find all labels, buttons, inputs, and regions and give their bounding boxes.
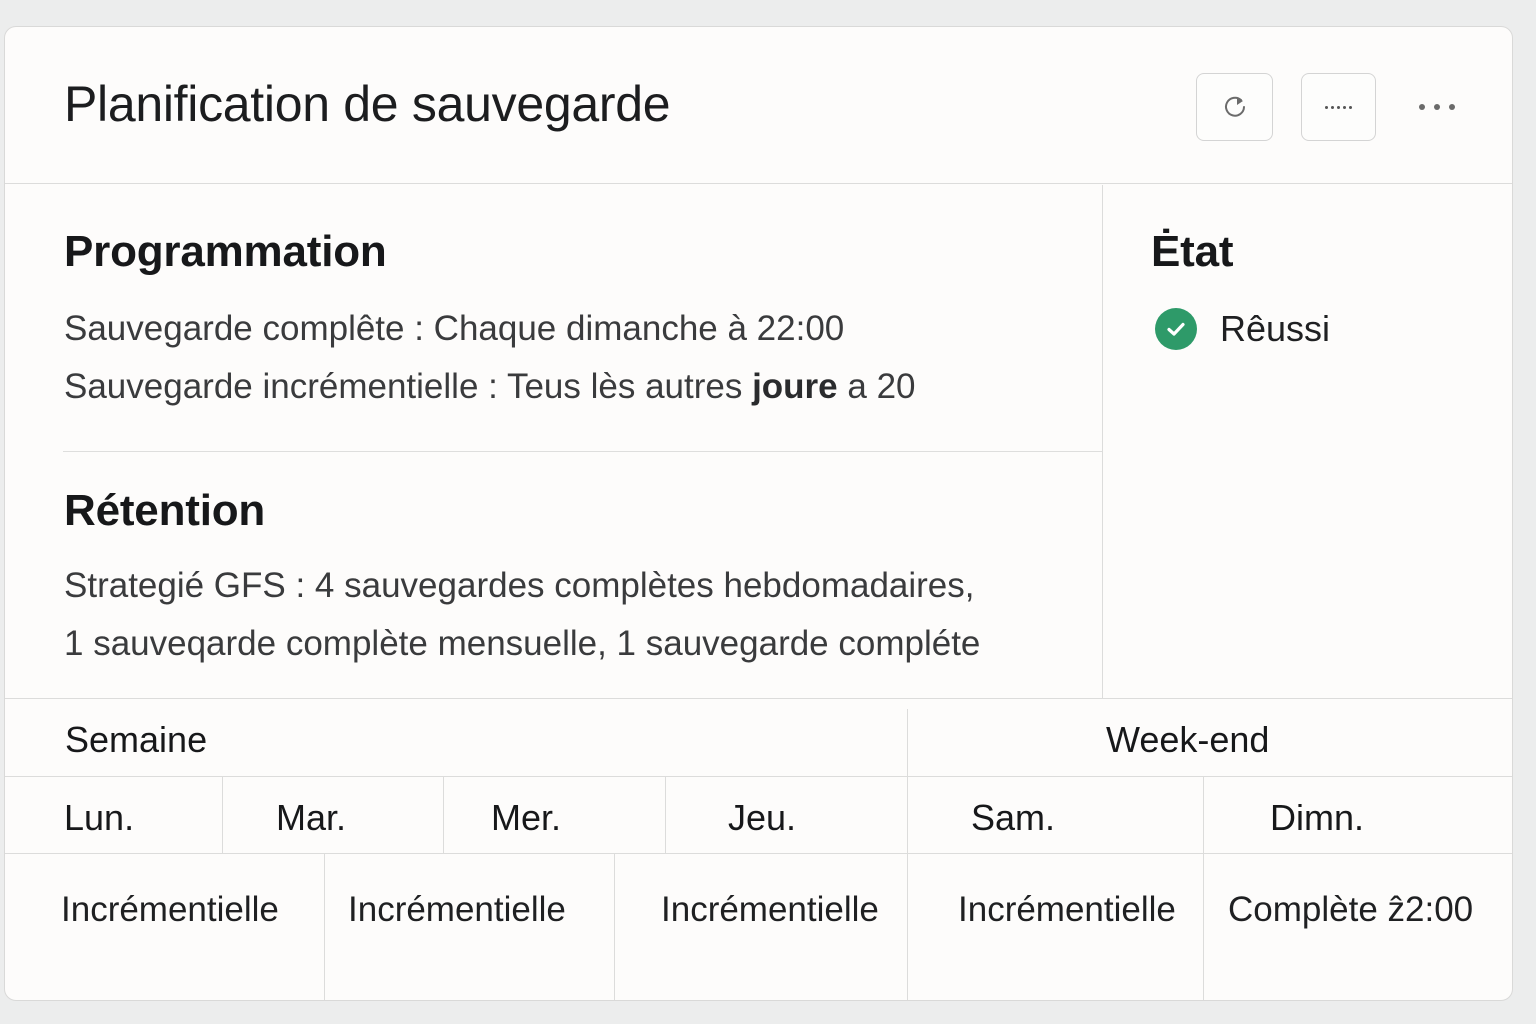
ellipsis-icon: [1325, 105, 1352, 109]
day-saturday: Sam.: [971, 797, 1056, 838]
incremental-prefix: Sauvegarde incrémentielle : Teus lès aut…: [64, 367, 753, 406]
options-button[interactable]: [1301, 73, 1376, 141]
group-weekend: Week-end: [1106, 719, 1270, 760]
day-wednesday: Mer.: [491, 797, 562, 838]
day-tuesday: Mar.: [276, 797, 347, 838]
status-heading: Ėtat: [1151, 227, 1234, 276]
table-cell: Incrémentielle: [661, 890, 879, 929]
retention-heading: Rétention: [64, 486, 266, 535]
more-options-button[interactable]: [1409, 89, 1465, 125]
group-divider: [907, 709, 908, 777]
status-badge: Rêussi: [1220, 308, 1331, 349]
table-group-row: Semaine Week-end: [5, 699, 1512, 777]
table-cell: Incrémentielle: [61, 890, 279, 929]
column-divider: [222, 777, 223, 854]
schedule-heading: Programmation: [64, 227, 387, 276]
retention-line-2: 1 sauveqarde complète mensuelle, 1 sauve…: [64, 624, 981, 663]
incremental-backup-text: Sauvegarde incrémentielle : Teus lès aut…: [64, 367, 916, 407]
card-header: Planification de sauvegarde: [5, 27, 1512, 184]
day-sunday: Dimn.: [1270, 797, 1365, 838]
incremental-suffix: a 20: [837, 367, 916, 406]
section-divider: [63, 451, 1102, 452]
panel-divider: [1102, 185, 1103, 698]
table-row: Incrémentielle Incrémentielle Incrémenti…: [5, 854, 1512, 1000]
page-title: Planification de sauvegarde: [64, 76, 671, 132]
retention-line-1: Strategié GFS : 4 sauvegardes complètes …: [64, 566, 975, 605]
weekly-schedule-table: Semaine Week-end Lun. Mar. Mer. Jeu. Sam…: [5, 698, 1512, 1000]
full-backup-text: Sauvegarde complête : Chaque dimanche à …: [64, 309, 845, 348]
day-monday: Lun.: [64, 797, 135, 838]
column-divider: [665, 777, 666, 854]
column-divider: [443, 777, 444, 854]
backup-schedule-card: Planification de sauvegarde Programmatio…: [4, 26, 1513, 1001]
details-panel: Programmation Sauvegarde complête : Chaq…: [5, 185, 1102, 698]
column-divider: [324, 854, 325, 1000]
group-weekdays: Semaine: [65, 719, 208, 760]
table-header-row: Lun. Mar. Mer. Jeu. Sam. Dimn.: [5, 777, 1512, 854]
table-cell: Incrémentielle: [958, 890, 1176, 929]
table-cell: Incrémentielle: [348, 890, 566, 929]
column-divider: [907, 854, 908, 1000]
column-divider: [1203, 777, 1204, 854]
more-options-icon: [1419, 104, 1455, 110]
table-cell: Complète ẑ2:00: [1228, 890, 1474, 929]
column-divider: [907, 777, 908, 854]
incremental-bold: joure: [752, 367, 838, 406]
refresh-button[interactable]: [1196, 73, 1273, 141]
refresh-icon: [1224, 96, 1245, 117]
column-divider: [1203, 854, 1204, 1000]
day-thursday: Jeu.: [728, 797, 797, 838]
column-divider: [614, 854, 615, 1000]
check-circle-icon: [1155, 308, 1197, 350]
